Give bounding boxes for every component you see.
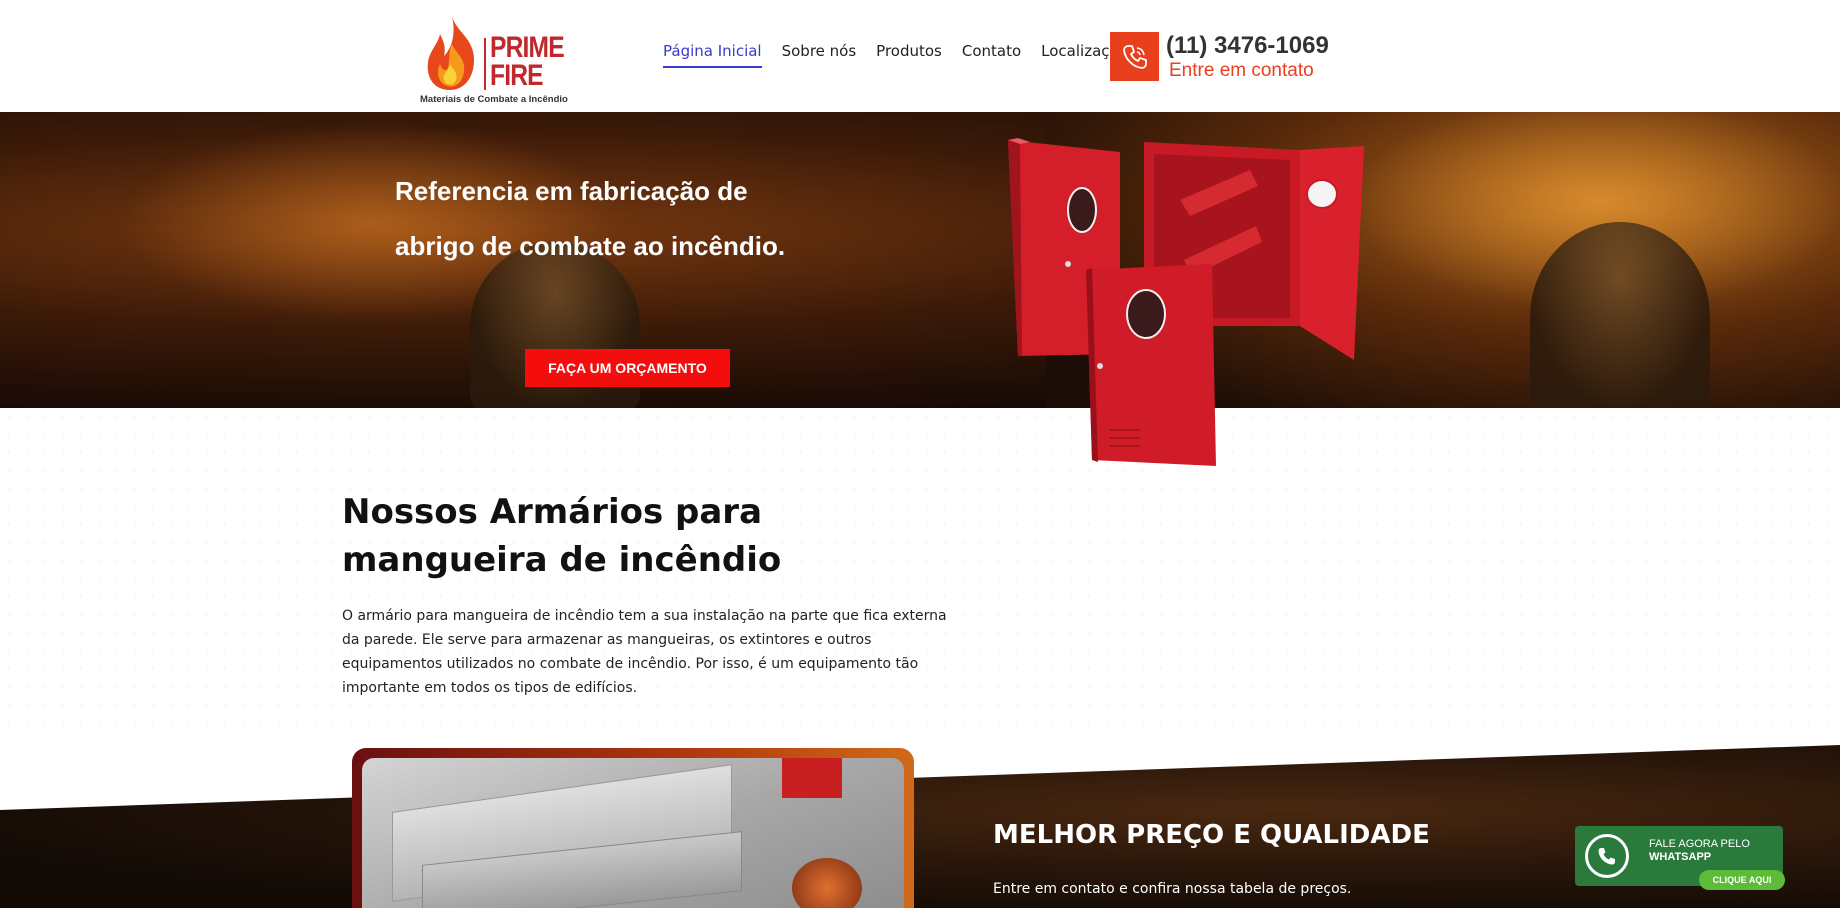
hose-cabinets-image xyxy=(1008,138,1364,466)
cabinets-section: Nossos Armários para mangueira de incênd… xyxy=(0,408,1840,738)
whatsapp-click-button[interactable]: CLIQUE AQUI xyxy=(1699,870,1785,890)
price-quality-text: Entre em contato e confira nossa tabela … xyxy=(993,881,1352,897)
logo-divider xyxy=(484,38,486,90)
phone-icon-box[interactable] xyxy=(1110,32,1159,81)
firefighter-silhouette xyxy=(1530,222,1710,408)
whatsapp-label-line2: WHATSAPP xyxy=(1649,851,1712,863)
whatsapp-label-line1: FALE AGORA PELO xyxy=(1649,838,1750,850)
section-title: Nossos Armários para mangueira de incênd… xyxy=(342,488,802,584)
section-title-line1: Nossos Armários para xyxy=(342,492,763,532)
hero-title-line2: abrigo de combate ao incêndio. xyxy=(395,231,786,261)
quote-button[interactable]: FAÇA UM ORÇAMENTO xyxy=(525,349,730,387)
site-header: PRIME FIRE Materiais de Combate a Incênd… xyxy=(0,0,1840,112)
section-background xyxy=(0,745,1840,908)
price-quality-title: MELHOR PREÇO E QUALIDADE xyxy=(993,820,1430,850)
hero-title-line1: Referencia em fabricação de xyxy=(395,176,748,206)
whatsapp-widget[interactable]: FALE AGORA PELO WHATSAPP CLIQUE AQUI xyxy=(1575,826,1787,894)
page: PRIME FIRE Materiais de Combate a Incênd… xyxy=(0,0,1840,908)
phone-handset-icon xyxy=(1598,848,1615,865)
nav-item-contact[interactable]: Contato xyxy=(962,42,1021,68)
product-video[interactable] xyxy=(352,748,914,908)
whatsapp-icon xyxy=(1585,834,1629,878)
nav-item-products[interactable]: Produtos xyxy=(876,42,942,68)
flame-icon xyxy=(427,16,474,90)
logo-text-prime: PRIME xyxy=(490,31,565,64)
red-part xyxy=(782,758,842,798)
logo-tagline: Materiais de Combate a Incêndio xyxy=(420,94,568,105)
phone-number[interactable]: (11) 3476-1069 xyxy=(1166,32,1329,60)
nav-item-home[interactable]: Página Inicial xyxy=(663,42,762,68)
section-description: O armário para mangueira de incêndio tem… xyxy=(342,608,947,696)
hero-banner: Referencia em fabricação de abrigo de co… xyxy=(0,112,1840,408)
price-quality-section: MELHOR PREÇO E QUALIDADE Entre em contat… xyxy=(0,745,1840,908)
main-nav: Página Inicial Sobre nós Produtos Contat… xyxy=(663,42,1148,68)
phone-icon xyxy=(1122,44,1147,69)
hero-title: Referencia em fabricação de abrigo de co… xyxy=(395,164,835,274)
section-title-line2: mangueira de incêndio xyxy=(342,540,782,580)
logo-text-fire: FIRE xyxy=(490,59,544,92)
nav-item-about[interactable]: Sobre nós xyxy=(782,42,857,68)
logo[interactable]: PRIME FIRE Materiais de Combate a Incênd… xyxy=(418,12,578,108)
video-thumbnail xyxy=(362,758,904,908)
tool-part xyxy=(792,858,862,908)
contact-link[interactable]: Entre em contato xyxy=(1169,60,1314,82)
